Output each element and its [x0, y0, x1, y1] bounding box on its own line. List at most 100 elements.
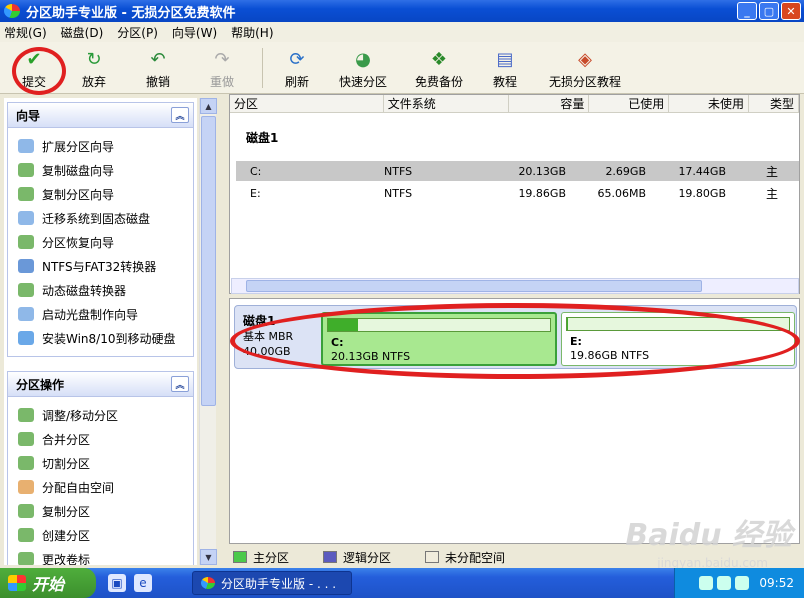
col-capacity[interactable]: 容量: [509, 95, 590, 112]
collapse-icon[interactable]: ︽: [171, 376, 189, 392]
network-icon[interactable]: [699, 576, 714, 590]
clock[interactable]: 09:52: [759, 576, 794, 590]
vm-icon[interactable]: [717, 576, 732, 590]
copy-partition-icon: [18, 187, 34, 201]
col-used[interactable]: 已使用: [589, 95, 670, 112]
disk-label: 磁盘1: [246, 131, 279, 145]
ie-icon[interactable]: e: [134, 574, 152, 592]
ops-item[interactable]: 复制分区: [18, 499, 193, 523]
partition-table: 分区 文件系统 容量 已使用 未使用 类型 磁盘1 C: NTFS 20.13G…: [229, 94, 800, 294]
wizard-item[interactable]: 复制分区向导: [18, 182, 193, 206]
copy-icon: [18, 504, 34, 518]
menu-wizard[interactable]: 向导(W): [172, 24, 217, 41]
table-hscrollbar[interactable]: [231, 278, 799, 294]
wizard-header[interactable]: 向导 ︽: [7, 102, 194, 128]
highlight-circle-submit: [12, 47, 66, 95]
resize-icon: [18, 408, 34, 422]
wizard-item[interactable]: 安装Win8/10到移动硬盘: [18, 326, 193, 350]
ops-item[interactable]: 调整/移动分区: [18, 403, 193, 427]
col-type[interactable]: 类型: [749, 95, 799, 112]
scroll-up-icon[interactable]: ▲: [200, 98, 217, 114]
taskbar-app-button[interactable]: 分区助手专业版 - . . .: [192, 571, 352, 595]
ops-item[interactable]: 分配自由空间: [18, 475, 193, 499]
extend-wizard-icon: [18, 139, 34, 153]
col-free[interactable]: 未使用: [669, 95, 750, 112]
lossless-tutorial-icon: ◈: [578, 49, 592, 70]
refresh-button[interactable]: ⟳ 刷新: [275, 42, 319, 94]
ops-header[interactable]: 分区操作 ︽: [7, 371, 194, 397]
menu-help[interactable]: 帮助(H): [231, 24, 273, 41]
watermark-logo: Baidu 经验: [625, 518, 792, 553]
cell-capacity: 20.13GB: [518, 164, 566, 178]
highlight-circle-diskmap: [230, 303, 800, 379]
logical-swatch: [323, 551, 338, 563]
unallocated-swatch: [425, 551, 440, 563]
col-partition[interactable]: 分区: [230, 95, 384, 112]
cell-filesystem: NTFS: [384, 186, 413, 200]
menu-general[interactable]: 常规(G): [4, 24, 47, 41]
ops-item[interactable]: 更改卷标: [18, 547, 193, 565]
label-icon: [18, 552, 34, 565]
cell-used: 65.06MB: [597, 186, 646, 200]
cell-partition: E:: [250, 186, 261, 200]
convert-icon: [18, 259, 34, 273]
maximize-button[interactable]: ▢: [759, 2, 779, 20]
scroll-thumb[interactable]: [201, 116, 216, 406]
redo-button[interactable]: ↷ 重做: [200, 42, 244, 94]
wizard-item[interactable]: 扩展分区向导: [18, 134, 193, 158]
toolbar: ✔ 提交 ↻ 放弃 ↶ 撤销 ↷ 重做 ⟳ 刷新 ◕ 快速分区 ❖ 免费备份 ▤…: [0, 42, 804, 94]
discard-icon: ↻: [86, 49, 102, 70]
left-panel: 向导 ︽ 扩展分区向导 复制磁盘向导 复制分区向导 迁移系统到固态磁盘 分区恢复…: [4, 98, 197, 565]
backup-icon: ❖: [430, 49, 448, 70]
table-row[interactable]: E: NTFS 19.86GB 65.06MB 19.80GB 主: [236, 183, 799, 203]
ops-item[interactable]: 切割分区: [18, 451, 193, 475]
desktop-icon[interactable]: ▣: [108, 574, 126, 592]
tutorial-button[interactable]: ▤ 教程: [483, 42, 527, 94]
close-button[interactable]: ✕: [781, 2, 801, 20]
wizard-item[interactable]: 动态磁盘转换器: [18, 278, 193, 302]
primary-swatch: [233, 551, 247, 563]
free-backup-button[interactable]: ❖ 免费备份: [407, 42, 471, 94]
wizard-item[interactable]: 迁移系统到固态磁盘: [18, 206, 193, 230]
hscroll-thumb[interactable]: [246, 280, 702, 292]
collapse-icon[interactable]: ︽: [171, 107, 189, 123]
undo-button[interactable]: ↶ 撤销: [136, 42, 180, 94]
menu-bar: 常规(G) 磁盘(D) 分区(P) 向导(W) 帮助(H): [0, 22, 804, 42]
allocate-icon: [18, 480, 34, 494]
legend-item: 主分区: [233, 549, 289, 566]
quick-launch: ▣ e: [108, 574, 152, 592]
cell-used: 2.69GB: [605, 164, 646, 178]
discard-button[interactable]: ↻ 放弃: [72, 42, 116, 94]
wizard-item[interactable]: 复制磁盘向导: [18, 158, 193, 182]
refresh-icon: ⟳: [289, 49, 305, 70]
ops-item[interactable]: 合并分区: [18, 427, 193, 451]
dynamic-disk-icon: [18, 283, 34, 297]
wizard-item[interactable]: NTFS与FAT32转换器: [18, 254, 193, 278]
redo-icon: ↷: [214, 49, 230, 70]
cell-free: 19.80GB: [678, 186, 726, 200]
left-scrollbar[interactable]: ▲ ▼: [199, 98, 217, 565]
menu-partition[interactable]: 分区(P): [117, 24, 158, 41]
quick-partition-icon: ◕: [355, 49, 371, 70]
cell-type: 主: [766, 164, 779, 179]
cell-capacity: 19.86GB: [518, 186, 566, 200]
app-icon: [4, 4, 20, 18]
lossless-tutorial-button[interactable]: ◈ 无损分区教程: [539, 42, 631, 94]
boot-cd-icon: [18, 307, 34, 321]
start-button[interactable]: 开始: [0, 568, 96, 598]
tutorial-icon: ▤: [496, 49, 514, 70]
wizard-item[interactable]: 启动光盘制作向导: [18, 302, 193, 326]
col-filesystem[interactable]: 文件系统: [384, 95, 510, 112]
table-row[interactable]: C: NTFS 20.13GB 2.69GB 17.44GB 主: [236, 161, 799, 181]
scroll-down-icon[interactable]: ▼: [200, 549, 217, 565]
volume-icon[interactable]: [735, 576, 750, 590]
wizard-item[interactable]: 分区恢复向导: [18, 230, 193, 254]
cell-type: 主: [766, 186, 779, 201]
recovery-icon: [18, 235, 34, 249]
ops-list: 调整/移动分区 合并分区 切割分区 分配自由空间 复制分区 创建分区 更改卷标: [7, 397, 194, 565]
quick-partition-button[interactable]: ◕ 快速分区: [331, 42, 395, 94]
minimize-button[interactable]: _: [737, 2, 757, 20]
ops-item[interactable]: 创建分区: [18, 523, 193, 547]
menu-disk[interactable]: 磁盘(D): [61, 24, 104, 41]
cell-partition: C:: [250, 164, 262, 178]
